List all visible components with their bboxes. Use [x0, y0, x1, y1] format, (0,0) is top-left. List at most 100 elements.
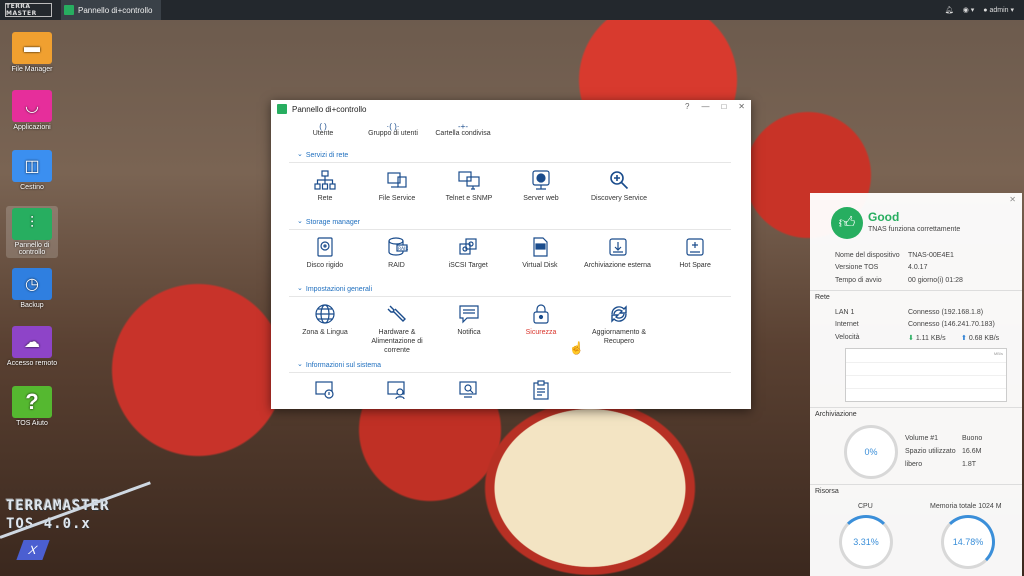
item-file-service[interactable]: File Service — [361, 169, 433, 203]
item-hardware-alimentazione[interactable]: Hardware & Alimentazione di corrente — [361, 303, 433, 355]
web-server-icon — [505, 169, 577, 191]
user-monitor-icon — [361, 379, 433, 401]
thumbs-up-icon: 👍︎ — [831, 207, 863, 239]
clipboard-icon — [505, 379, 577, 401]
storage-value: Buono — [962, 435, 983, 442]
item-virtual-disk[interactable]: Virtual Disk — [504, 236, 576, 270]
user-name: admin — [989, 7, 1009, 14]
rete-value: Connesso (192.168.1.8) — [908, 309, 984, 316]
item-label: iSCSI Target — [448, 262, 488, 269]
taskbar-app-control-panel[interactable]: Pannello di+controllo — [61, 0, 161, 20]
question-icon: ? — [12, 386, 52, 418]
system-info-icon — [289, 379, 361, 401]
file-service-icon — [361, 169, 433, 191]
graph-unit: MB/s — [993, 351, 1003, 356]
section-title[interactable]: Servizi di rete — [289, 152, 731, 159]
item-label: Hot Spare — [679, 262, 711, 269]
rete-key: Internet — [835, 321, 859, 328]
desktop-icon-label: Cestino — [20, 184, 44, 191]
maximize-button[interactable]: □ — [721, 102, 726, 111]
window-titlebar[interactable]: Pannello di+controllo — [271, 100, 751, 118]
graph-gridline — [846, 375, 1006, 376]
desktop-icon-backup[interactable]: ◷ Backup — [6, 268, 58, 309]
item-sicurezza[interactable]: Sicurezza — [505, 303, 577, 355]
item-utente[interactable]: ( ) Utente — [291, 122, 355, 137]
item-system-info[interactable] — [289, 379, 361, 404]
item-hot-spare[interactable]: Hot Spare — [659, 236, 731, 270]
item-iscsi-target[interactable]: iSCSI Target — [432, 236, 504, 270]
desktop-icon-label: Applicazioni — [13, 124, 51, 131]
item-discovery-service[interactable]: Discovery Service — [577, 169, 661, 203]
section-servizi-di-rete: Servizi di rete Rete File Service Telnet… — [289, 152, 731, 203]
desktop-icon-applicazioni[interactable]: ◡ Applicazioni — [6, 90, 58, 131]
graph-gridline — [846, 388, 1006, 389]
item-cartella-condivisa[interactable]: -+- Cartella condivisa — [431, 122, 495, 137]
window-body: ( ) Utente ·( )· Gruppo di utenti -+- Carte… — [271, 118, 751, 409]
item-rete[interactable]: Rete — [289, 169, 361, 203]
section-divider — [289, 296, 731, 297]
desktop-icon-accesso-remoto[interactable]: ☁ Accesso remoto — [6, 326, 58, 367]
item-raid[interactable]: RAID RAID — [361, 236, 433, 270]
virtual-disk-icon — [504, 236, 576, 258]
item-system-users[interactable] — [361, 379, 433, 404]
graph-gridline — [846, 362, 1006, 363]
item-notifica[interactable]: Notifica — [433, 303, 505, 355]
section-title[interactable]: Impostazioni generali — [289, 286, 731, 293]
item-label: Disco rigido — [306, 262, 344, 269]
status-title: Good — [868, 210, 900, 224]
magnifier-icon — [577, 169, 661, 191]
storage-key: Volume #1 — [905, 435, 939, 442]
item-archiviazione-esterna[interactable]: Archiviazione esterna — [576, 236, 660, 270]
storage-percent: 0% — [864, 447, 878, 457]
wrench-icon — [361, 303, 433, 325]
section-title[interactable]: Informazioni sul sistema — [289, 362, 731, 369]
close-button[interactable]: ✕ — [738, 102, 745, 111]
taskbar-app-label: Pannello di+controllo — [78, 5, 153, 15]
shopping-bag-icon: ◡ — [12, 90, 52, 122]
control-panel-icon — [277, 104, 287, 114]
taskbar: TERRA MASTER Pannello di+controllo 🔔︎ ◉ … — [0, 0, 1024, 20]
item-system-monitor[interactable] — [433, 379, 505, 404]
desktop-icon-file-manager[interactable]: ▬ File Manager — [6, 32, 58, 73]
rete-key: LAN 1 — [835, 309, 855, 316]
desktop-icon-label: Backup — [20, 302, 44, 309]
taskbar-tray: 🔔︎ ◉ ▾ ● admin ▾ — [945, 0, 1014, 20]
window-title: Pannello di+controllo — [292, 104, 367, 114]
item-telnet-snmp[interactable]: Telnet e SNMP — [433, 169, 505, 203]
item-system-log[interactable] — [505, 379, 577, 404]
user-icon: ● — [983, 7, 988, 14]
item-gruppo-utenti[interactable]: ·( )· Gruppo di utenti — [361, 122, 425, 137]
item-zona-lingua[interactable]: Zona & Lingua — [289, 303, 361, 355]
minimize-button[interactable]: — — [701, 102, 709, 111]
refresh-icon — [577, 303, 661, 325]
terramaster-logo[interactable]: TERRA MASTER — [5, 3, 52, 17]
message-icon — [433, 303, 505, 325]
user-menu[interactable]: ● admin ▾ — [983, 6, 1014, 14]
item-server-web[interactable]: Server web — [505, 169, 577, 203]
globe-icon — [289, 303, 361, 325]
item-disco-rigido[interactable]: Disco rigido — [289, 236, 361, 270]
download-arrow-icon: ⬇ — [908, 335, 914, 342]
desktop-icon-tos-aiuto[interactable]: ? TOS Aiuto — [6, 386, 58, 427]
memory-usage-ring: 14.78% — [941, 515, 995, 569]
group-icon: ·( )· — [386, 122, 400, 131]
help-icon[interactable]: ◉ ▾ — [963, 6, 975, 14]
item-aggiornamento-recupero[interactable]: Aggiornamento & Recupero — [577, 303, 661, 355]
cpu-label-text: CPU — [858, 503, 873, 510]
download-speed: ⬇ 1.11 KB/s — [908, 334, 946, 342]
network-speed-graph: MB/s — [845, 348, 1007, 402]
upload-speed-value: 0.68 KB/s — [968, 335, 1000, 342]
widget-close-icon[interactable]: ✕ — [1009, 195, 1016, 204]
item-label: Archiviazione esterna — [584, 262, 651, 269]
lock-icon — [505, 303, 577, 325]
desktop-icon-label: Pannello di controllo — [14, 242, 50, 256]
info-key: Nome del dispositivo — [835, 252, 900, 259]
desktop-icon-cestino[interactable]: ◫ Cestino — [6, 150, 58, 191]
desktop-icon-pannello[interactable]: ⫶ Pannello di controllo — [6, 206, 58, 258]
section-archiviazione-title: Archiviazione — [810, 407, 1022, 418]
notification-bell-icon[interactable]: 🔔︎ — [945, 6, 954, 14]
cpu-percent: 3.31% — [853, 537, 879, 547]
help-button[interactable]: ? — [685, 102, 689, 111]
section-divider — [289, 229, 731, 230]
section-title[interactable]: Storage manager — [289, 219, 731, 226]
